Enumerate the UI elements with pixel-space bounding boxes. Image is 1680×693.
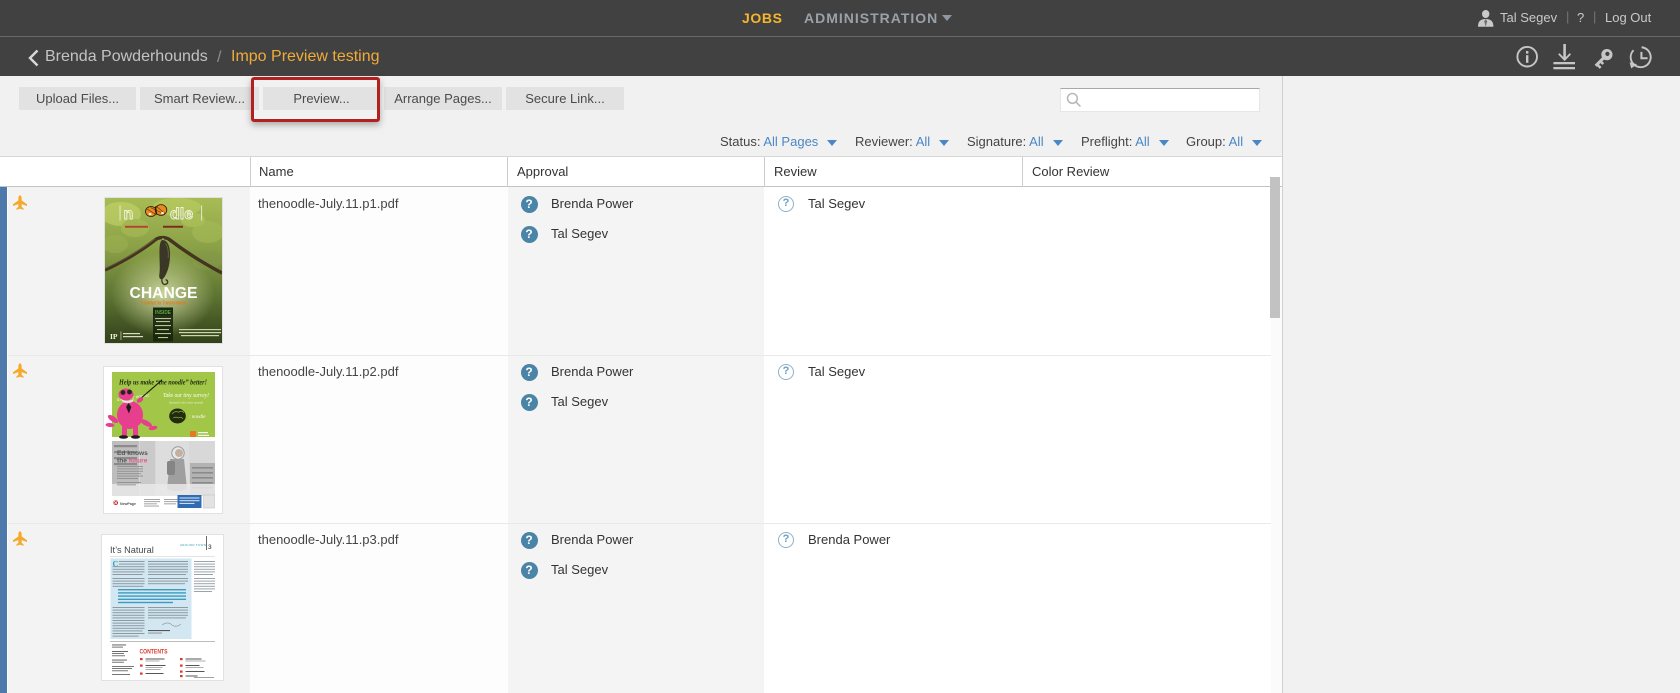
svg-text:CHANGE: CHANGE <box>130 285 198 302</box>
svg-text:n: n <box>124 206 134 223</box>
svg-text:IP: IP <box>110 332 118 341</box>
svg-text:A Catalyst for Transformation: A Catalyst for Transformation <box>141 301 187 307</box>
svg-text:NewPage: NewPage <box>120 502 136 506</box>
svg-text:Take our tiny survey!: Take our tiny survey! <box>163 393 209 399</box>
svg-text:Help us make “the noodle” bett: Help us make “the noodle” better! <box>118 378 207 387</box>
svg-text:3: 3 <box>208 544 212 551</box>
svg-text:AROUND TOWN: AROUND TOWN <box>180 543 206 547</box>
svg-text:Ed knows: Ed knows <box>117 450 148 457</box>
svg-text:(located in the center spread): (located in the center spread) <box>169 401 203 405</box>
svg-text:the future: the future <box>117 458 148 465</box>
svg-text:INSIDE: INSIDE <box>155 310 171 316</box>
svg-text:dle: dle <box>170 206 193 223</box>
svg-text:It’s Natural: It’s Natural <box>110 545 154 555</box>
svg-text:: noodle: : noodle <box>189 415 206 420</box>
svg-text:CONTENTS: CONTENTS <box>140 649 168 656</box>
